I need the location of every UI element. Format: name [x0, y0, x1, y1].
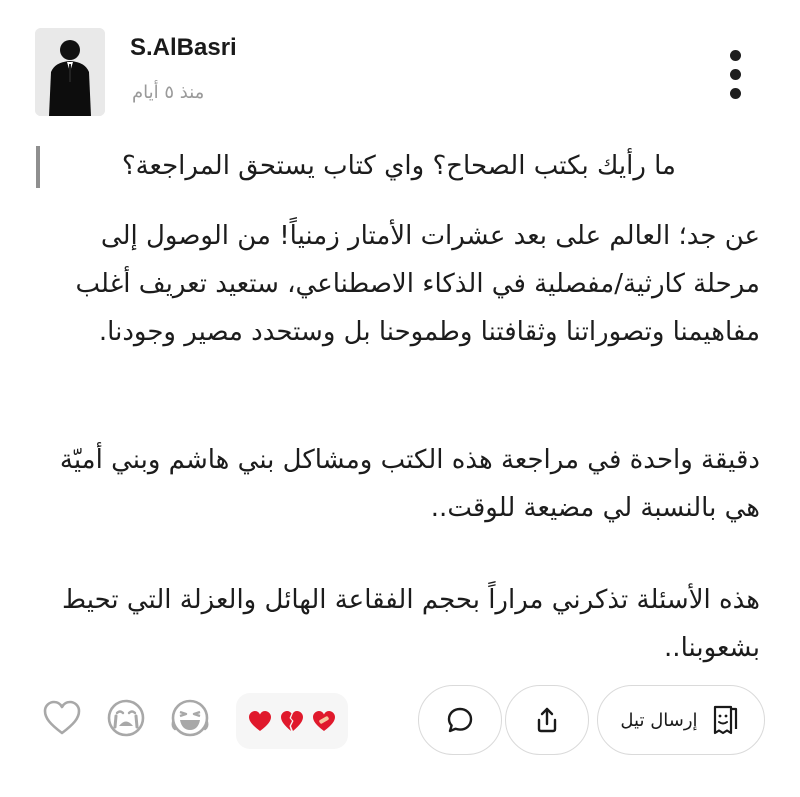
heart-bandage-icon: [313, 711, 335, 731]
post-time: منذ ٥ أيام: [132, 82, 205, 103]
send-teal-label: إرسال تيل: [620, 709, 698, 731]
send-teal-button[interactable]: إرسال تيل: [597, 685, 765, 755]
author-name[interactable]: S.AlBasri: [130, 34, 237, 62]
heart-outline-icon[interactable]: [40, 696, 84, 740]
crying-face-icon[interactable]: [104, 696, 148, 740]
comment-bubble-icon: [447, 707, 473, 733]
quote-bar: [36, 146, 40, 188]
laughing-face-icon[interactable]: [168, 696, 212, 740]
post-paragraph: دقيقة واحدة في مراجعة هذه الكتب ومشاكل ب…: [59, 445, 760, 523]
avatar[interactable]: [35, 28, 105, 116]
receipt-note-icon: [713, 705, 737, 735]
post-quote: ما رأيك بكتب الصحاح؟ واي كتاب يستحق المر…: [121, 151, 676, 181]
post-paragraph: عن جد؛ العالم على بعد عشرات الأمتار زمني…: [75, 221, 760, 347]
comment-button[interactable]: [418, 685, 502, 755]
share-icon: [537, 707, 557, 733]
heart-reactions[interactable]: [236, 693, 348, 749]
more-vertical-icon[interactable]: [722, 48, 750, 102]
heart-icon: [249, 711, 271, 731]
post-paragraph: هذه الأسئلة تذكرني مراراً بحجم الفقاعة ا…: [62, 585, 760, 663]
share-button[interactable]: [505, 685, 589, 755]
broken-heart-icon: [281, 711, 303, 731]
